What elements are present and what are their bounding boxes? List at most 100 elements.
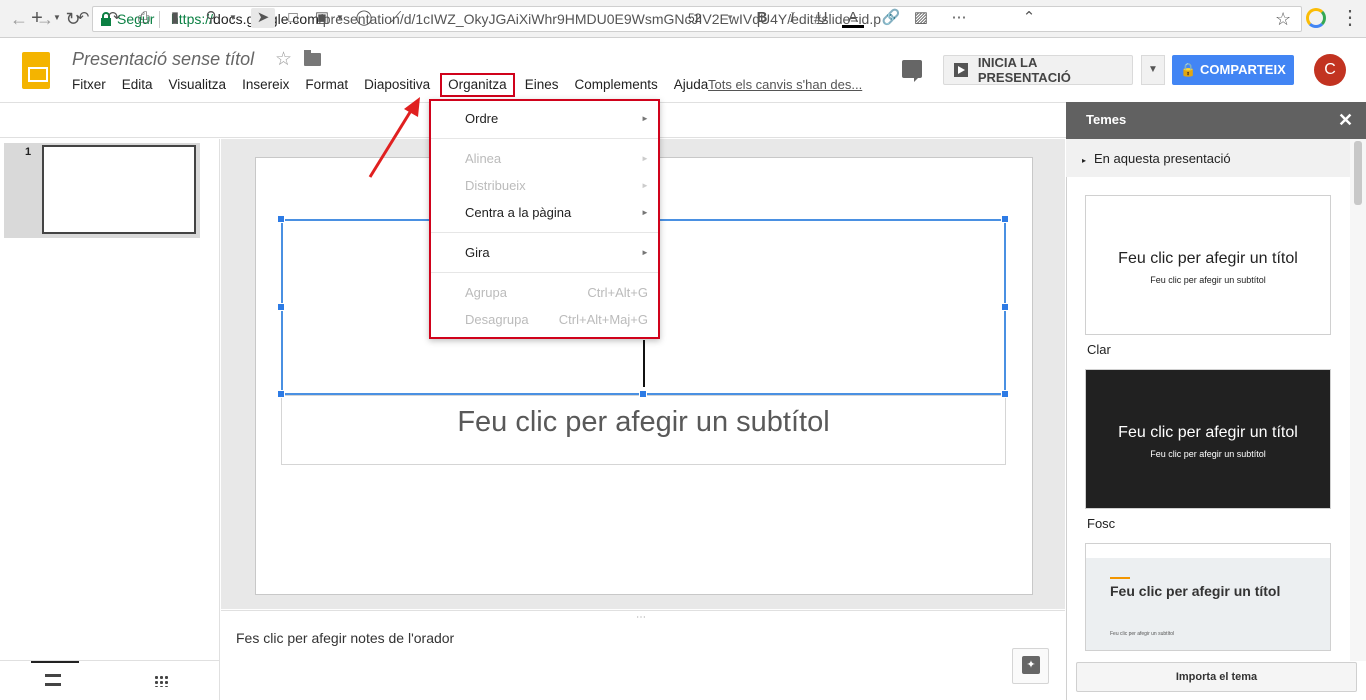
themes-title: Temes <box>1086 112 1127 127</box>
resize-handle[interactable] <box>277 390 285 398</box>
theme-name: Fosc <box>1087 516 1116 531</box>
last-edit-link[interactable]: Tots els canvis s'han des... <box>708 77 862 92</box>
chevron-down-icon[interactable]: ▼ <box>334 8 346 28</box>
zoom-icon[interactable]: ⚲ <box>200 8 222 28</box>
shape-icon[interactable]: ◯ <box>353 8 375 28</box>
list-view-icon[interactable] <box>45 674 61 686</box>
link-icon[interactable]: 🔗 <box>880 8 902 28</box>
theme-card-subtitle: Feu clic per afegir un subtítol <box>1150 275 1266 285</box>
chevron-down-icon[interactable]: ▼ <box>226 8 240 28</box>
bookmark-star-icon[interactable]: ☆ <box>1275 9 1291 30</box>
notes-resize-grip[interactable]: ⋯ <box>636 612 647 623</box>
theme-card-title: Feu clic per afegir un títol <box>1110 583 1281 599</box>
document-title[interactable]: Presentació sense títol <box>72 49 254 70</box>
divider <box>159 11 160 28</box>
resize-handle[interactable] <box>1001 215 1009 223</box>
underline-icon[interactable]: U <box>812 8 832 28</box>
annotation-arrow <box>368 97 420 178</box>
resize-handle[interactable] <box>277 303 285 311</box>
themes-section-label: ▸ En aquesta presentació <box>1082 151 1231 166</box>
speaker-notes-panel[interactable] <box>221 610 1065 700</box>
text-color-icon[interactable]: A <box>842 8 864 28</box>
share-label: COMPARTEIX <box>1200 62 1286 77</box>
theme-card-3[interactable]: Feu clic per afegir un títol Feu clic pe… <box>1085 543 1331 651</box>
menu-eines[interactable]: Eines <box>517 75 567 95</box>
present-options-dropdown[interactable]: ▼ <box>1141 55 1165 85</box>
folder-icon[interactable] <box>304 50 321 66</box>
present-label: INICIA LA PRESENTACIÓ <box>977 55 1071 85</box>
resize-handle[interactable] <box>639 390 647 398</box>
share-button[interactable]: 🔒 COMPARTEIX <box>1172 55 1294 85</box>
subtitle-placeholder[interactable]: Feu clic per afegir un subtítol <box>281 406 1006 439</box>
chevron-down-icon[interactable]: ▼ <box>50 8 64 28</box>
explore-icon: ✦ <box>1022 656 1040 674</box>
url-text[interactable]: https://docs.google.com/presentation/d/1… <box>171 11 881 27</box>
text-box-icon[interactable]: □ <box>282 8 304 28</box>
line-icon[interactable]: ⟋ <box>385 8 407 28</box>
menu-organitza[interactable]: Organitza <box>440 73 515 97</box>
menu-item-gira[interactable]: Gira <box>465 245 490 260</box>
menu-divider <box>431 138 658 139</box>
resize-handle[interactable] <box>277 215 285 223</box>
star-icon[interactable]: ☆ <box>275 48 292 71</box>
italic-icon[interactable]: I <box>782 8 802 28</box>
submenu-arrow-icon: ► <box>641 154 649 163</box>
import-theme-button[interactable]: Importa el tema <box>1076 662 1357 692</box>
slide-thumbnail[interactable] <box>42 145 196 234</box>
select-cursor-icon[interactable]: ➤ <box>251 8 275 28</box>
menu-bar: Fitxer Edita Visualitza Insereix Format … <box>64 73 716 97</box>
theme-card-band <box>1086 558 1330 650</box>
chevron-down-icon: ▼ <box>726 13 734 22</box>
undo-icon[interactable]: ↶ <box>72 8 94 28</box>
menu-divider <box>431 272 658 273</box>
menu-edita[interactable]: Edita <box>114 75 161 95</box>
triangle-right-icon: ▸ <box>1082 156 1087 165</box>
resize-handle[interactable] <box>1001 303 1009 311</box>
font-size-value: 52 <box>688 11 702 25</box>
extension-icon[interactable] <box>1306 8 1326 28</box>
themes-section-text: En aquesta presentació <box>1094 151 1231 166</box>
avatar[interactable]: C <box>1314 54 1346 86</box>
redo-icon[interactable]: ↷ <box>103 8 125 28</box>
shortcut-desagrupa: Ctrl+Alt+Maj+G <box>558 312 648 327</box>
paint-format-icon[interactable]: ▮ <box>165 8 185 28</box>
close-icon[interactable]: ✕ <box>1338 110 1353 131</box>
new-slide-icon[interactable]: + <box>28 8 46 28</box>
menu-fitxer[interactable]: Fitxer <box>64 75 114 95</box>
shortcut-agrupa: Ctrl+Alt+G <box>587 285 648 300</box>
theme-card-fosc[interactable]: Feu clic per afegir un títol Feu clic pe… <box>1085 369 1331 509</box>
grid-view-icon[interactable] <box>154 675 168 687</box>
menu-diapositiva[interactable]: Diapositiva <box>356 75 438 95</box>
theme-card-subtitle: Feu clic per afegir un subtítol <box>1150 449 1266 459</box>
scrollbar-thumb[interactable] <box>1354 141 1362 205</box>
present-button[interactable]: INICIA LA PRESENTACIÓ <box>943 55 1133 85</box>
menu-format[interactable]: Format <box>297 75 356 95</box>
slides-logo[interactable] <box>22 52 50 89</box>
submenu-arrow-icon: ► <box>641 208 649 217</box>
menu-visualitza[interactable]: Visualitza <box>161 75 235 95</box>
comments-icon[interactable] <box>902 60 922 82</box>
image-icon[interactable]: ▣ <box>311 8 333 28</box>
menu-item-desagrupa: Desagrupa <box>465 312 529 327</box>
submenu-arrow-icon: ► <box>641 114 649 123</box>
menu-item-ordre[interactable]: Ordre <box>465 111 498 126</box>
menu-insereix[interactable]: Insereix <box>234 75 297 95</box>
menu-item-centra-a-la-pagina[interactable]: Centra a la pàgina <box>465 205 571 220</box>
filmstrip-view-switcher <box>0 660 220 700</box>
collapse-toolbar-icon[interactable]: ⌃ <box>1018 8 1040 28</box>
menu-complements[interactable]: Complements <box>566 75 665 95</box>
speaker-notes-placeholder[interactable]: Fes clic per afegir notes de l'orador <box>236 630 454 646</box>
print-icon[interactable]: ⎙ <box>133 8 155 28</box>
theme-card-clar[interactable]: Feu clic per afegir un títol Feu clic pe… <box>1085 195 1331 335</box>
back-icon[interactable]: ← <box>8 8 30 30</box>
browser-menu-icon[interactable]: ⋮ <box>1340 6 1360 30</box>
theme-card-title: Feu clic per afegir un títol <box>1118 250 1298 267</box>
font-size-select[interactable]: 52 ▼ <box>678 7 738 29</box>
themes-scrollbar[interactable] <box>1350 139 1366 661</box>
resize-handle[interactable] <box>1001 390 1009 398</box>
theme-name: Clar <box>1087 342 1111 357</box>
play-icon <box>954 63 968 77</box>
more-icon[interactable]: ⋯ <box>948 8 970 28</box>
bold-icon[interactable]: B <box>752 8 772 28</box>
add-comment-icon[interactable]: ▨ <box>910 8 932 28</box>
